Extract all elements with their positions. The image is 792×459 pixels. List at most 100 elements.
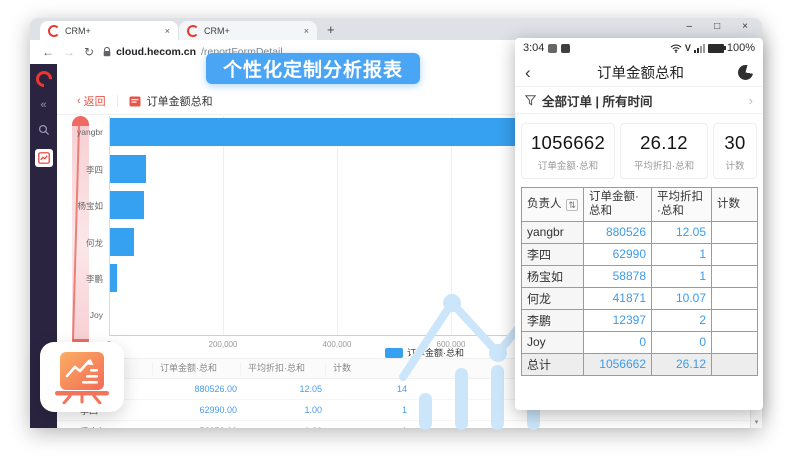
phone-header-label: 平均折扣·总和 bbox=[657, 191, 703, 217]
grid-line bbox=[451, 116, 452, 335]
url-host: cloud.hecom.cn bbox=[116, 46, 196, 58]
datazoom-shadow-line bbox=[72, 125, 80, 340]
scroll-down-icon[interactable]: ▾ bbox=[751, 418, 762, 426]
phone-row-amount: 0 bbox=[584, 331, 652, 353]
summary-value: 1056662 bbox=[522, 132, 614, 154]
phone-header-label: 负责人 bbox=[527, 198, 562, 210]
row-count: 1 bbox=[326, 405, 411, 415]
back-link[interactable]: ‹ 返回 bbox=[77, 93, 106, 109]
phone-row-name: 李鹏 bbox=[522, 309, 584, 331]
bar-杨宝如[interactable] bbox=[110, 191, 144, 219]
notification-app-icon bbox=[561, 44, 570, 53]
phone-row-discount: 10.07 bbox=[652, 287, 712, 309]
phone-table-row[interactable]: 杨宝如588781 bbox=[522, 265, 758, 287]
phone-row-discount: 1 bbox=[652, 243, 712, 265]
table-row[interactable]: 杨宝如58878.001.001 bbox=[57, 421, 751, 428]
window-controls: – □ × bbox=[687, 21, 748, 32]
phone-nav-bar: ‹ 订单金额总和 bbox=[515, 58, 763, 87]
phone-row-name: 何龙 bbox=[522, 287, 584, 309]
phone-table-row[interactable]: Joy00 bbox=[522, 331, 758, 353]
phone-table-row[interactable]: 总计105666226.12 bbox=[522, 353, 758, 375]
search-icon[interactable] bbox=[38, 124, 50, 136]
phone-row-name: yangbr bbox=[522, 221, 584, 243]
tab-close-icon[interactable]: × bbox=[165, 26, 170, 36]
wifi-icon bbox=[670, 44, 682, 53]
phone-back-icon[interactable]: ‹ bbox=[525, 64, 543, 81]
tab-label: CRM+ bbox=[204, 26, 230, 36]
phone-table-row[interactable]: 何龙4187110.07 bbox=[522, 287, 758, 309]
category-label: 李鹏 bbox=[57, 273, 103, 285]
back-label: 返回 bbox=[84, 93, 106, 109]
phone-header-label: 订单金额·总和 bbox=[589, 191, 639, 217]
summary-value: 30 bbox=[714, 132, 756, 154]
phone-page-title: 订单金额总和 bbox=[543, 62, 738, 83]
phone-row-amount: 12397 bbox=[584, 309, 652, 331]
summary-tile[interactable]: 1056662 订单金额·总和 bbox=[521, 123, 615, 179]
forward-icon[interactable]: → bbox=[63, 46, 75, 58]
back-chevron-icon: ‹ bbox=[77, 95, 81, 107]
x-tick-label: 400,000 bbox=[305, 340, 369, 349]
report-app-card bbox=[40, 342, 124, 412]
bar-李四[interactable] bbox=[110, 155, 146, 183]
status-time: 3:04 bbox=[523, 42, 544, 54]
maximize-button[interactable]: □ bbox=[714, 21, 720, 32]
browser-tab-bar: CRM+×CRM+× + – □ × bbox=[30, 18, 762, 40]
grid-line bbox=[223, 116, 224, 335]
browser-tab[interactable]: CRM+× bbox=[40, 21, 178, 40]
row-discount: 1.00 bbox=[241, 426, 326, 428]
tab-strip: CRM+×CRM+× bbox=[40, 21, 317, 40]
phone-row-amount: 62990 bbox=[584, 243, 652, 265]
phone-row-count bbox=[712, 353, 758, 375]
category-label: yangbr bbox=[57, 127, 103, 137]
summary-label: 计数 bbox=[714, 158, 756, 172]
volte-icon: V bbox=[685, 43, 691, 53]
report-doc-icon bbox=[129, 96, 141, 107]
battery-percent: 100% bbox=[727, 42, 755, 54]
phone-filter-row[interactable]: 全部订单 | 所有时间 › bbox=[515, 87, 763, 114]
phone-table-row[interactable]: 李鹏123972 bbox=[522, 309, 758, 331]
phone-table-row[interactable]: 李四629901 bbox=[522, 243, 758, 265]
phone-row-discount: 1 bbox=[652, 265, 712, 287]
battery-icon bbox=[708, 44, 724, 53]
phone-header-label: 计数 bbox=[717, 198, 740, 210]
notification-photo-icon bbox=[548, 44, 557, 53]
collapse-sidebar-icon[interactable]: « bbox=[40, 100, 46, 111]
refresh-icon[interactable]: ↻ bbox=[84, 46, 94, 58]
summary-tile[interactable]: 26.12平均折扣·总和 bbox=[620, 123, 708, 179]
close-window-button[interactable]: × bbox=[742, 21, 748, 32]
phone-row-name: 杨宝如 bbox=[522, 265, 584, 287]
row-count: 1 bbox=[326, 426, 411, 428]
phone-row-amount: 58878 bbox=[584, 265, 652, 287]
new-tab-button[interactable]: + bbox=[327, 23, 335, 36]
pie-chart-icon[interactable] bbox=[738, 65, 753, 80]
x-tick-label: 200,000 bbox=[191, 340, 255, 349]
datazoom-top-handle[interactable] bbox=[72, 116, 89, 126]
lock-icon bbox=[103, 47, 111, 57]
bar-何龙[interactable] bbox=[110, 228, 134, 256]
sort-icon[interactable]: ⇅ bbox=[566, 199, 578, 211]
hecom-logo bbox=[32, 68, 55, 91]
phone-table-row[interactable]: yangbr88052612.05 bbox=[522, 221, 758, 243]
phone-row-amount: 880526 bbox=[584, 221, 652, 243]
tab-close-icon[interactable]: × bbox=[304, 26, 309, 36]
phone-summary-row: 1056662 订单金额·总和 26.12平均折扣·总和 30 计数 bbox=[515, 114, 763, 185]
bar-李鹏[interactable] bbox=[110, 264, 117, 292]
phone-row-count bbox=[712, 331, 758, 353]
column-header: 计数 bbox=[326, 362, 411, 375]
browser-tab[interactable]: CRM+ × bbox=[179, 21, 317, 40]
minimize-button[interactable]: – bbox=[687, 21, 693, 32]
phone-row-count bbox=[712, 265, 758, 287]
phone-column-header: 平均折扣·总和 bbox=[652, 188, 712, 222]
phone-row-amount: 1056662 bbox=[584, 353, 652, 375]
summary-value: 26.12 bbox=[621, 132, 707, 154]
presentation-chart-icon bbox=[53, 350, 111, 404]
back-icon[interactable]: ← bbox=[42, 46, 54, 58]
phone-row-count bbox=[712, 221, 758, 243]
reports-nav-icon[interactable] bbox=[35, 149, 53, 167]
y-axis-line bbox=[109, 116, 110, 335]
x-tick-label: 600,000 bbox=[419, 340, 483, 349]
category-label: Joy bbox=[57, 310, 103, 320]
summary-tile[interactable]: 30 计数 bbox=[713, 123, 757, 179]
crm-favicon-icon bbox=[48, 25, 60, 37]
summary-label: 订单金额·总和 bbox=[522, 158, 614, 172]
